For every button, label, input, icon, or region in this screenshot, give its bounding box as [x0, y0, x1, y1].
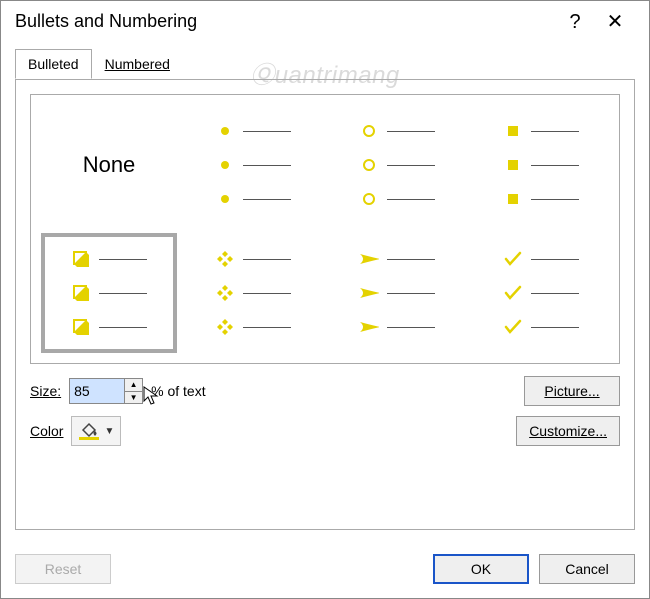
tab-panel-bulleted: None: [15, 79, 635, 530]
bullet-style-diamond4[interactable]: [185, 233, 321, 353]
reset-button: Reset: [15, 554, 111, 584]
chevron-down-icon: ▼: [104, 426, 114, 437]
size-label: Size:: [30, 383, 61, 399]
tab-numbered[interactable]: Numbered: [92, 49, 183, 79]
square-icon: [503, 189, 523, 209]
arrowhead-icon: [359, 283, 379, 303]
diamond4-icon: [215, 317, 235, 337]
bullets-numbering-dialog: Bullets and Numbering ? ✕ Ⓠuantrimang Bu…: [0, 0, 650, 599]
diamond4-icon: [215, 283, 235, 303]
disc-icon: [215, 155, 235, 175]
arrowhead-icon: [359, 317, 379, 337]
bullet-style-grid: None: [41, 105, 609, 353]
titlebar: Bullets and Numbering ? ✕: [1, 1, 649, 48]
diamond4-icon: [215, 249, 235, 269]
dialog-content: Bulleted Numbered None: [1, 48, 649, 544]
square-icon: [503, 155, 523, 175]
dialog-buttonbar: Reset OK Cancel: [1, 544, 649, 598]
size-spin-up[interactable]: ▲: [125, 379, 142, 392]
ring-icon: [359, 189, 379, 209]
bullet-style-box3d[interactable]: [41, 233, 177, 353]
bullet-style-arrowhead[interactable]: [329, 233, 465, 353]
box3d-icon: [71, 283, 91, 303]
check-icon: [503, 283, 523, 303]
tab-strip: Bulleted Numbered: [15, 49, 635, 80]
ring-icon: [359, 155, 379, 175]
bullet-style-disc[interactable]: [185, 105, 321, 225]
ring-icon: [359, 121, 379, 141]
cancel-button[interactable]: Cancel: [539, 554, 635, 584]
size-spin-down[interactable]: ▼: [125, 392, 142, 404]
close-button[interactable]: ✕: [595, 12, 635, 32]
square-icon: [503, 121, 523, 141]
color-dropdown[interactable]: ▼: [71, 416, 121, 446]
disc-icon: [215, 189, 235, 209]
customize-button[interactable]: Customize...: [516, 416, 620, 446]
box3d-icon: [71, 317, 91, 337]
paint-bucket-icon: [78, 421, 100, 441]
picture-button[interactable]: Picture...: [524, 376, 620, 406]
tab-bulleted[interactable]: Bulleted: [15, 49, 92, 79]
box3d-icon: [71, 249, 91, 269]
check-icon: [503, 317, 523, 337]
bottom-controls: Size: ▲ ▼ % of text Picture... Color: [30, 376, 620, 446]
help-button[interactable]: ?: [555, 12, 595, 32]
arrowhead-icon: [359, 249, 379, 269]
disc-icon: [215, 121, 235, 141]
bullet-style-check[interactable]: [473, 233, 609, 353]
bullet-style-square[interactable]: [473, 105, 609, 225]
color-label: Color: [30, 423, 63, 439]
check-icon: [503, 249, 523, 269]
size-suffix: % of text: [151, 383, 205, 399]
dialog-title: Bullets and Numbering: [15, 11, 555, 32]
ok-button[interactable]: OK: [433, 554, 529, 584]
none-label: None: [83, 152, 136, 178]
bullet-style-ring[interactable]: [329, 105, 465, 225]
size-spinbox[interactable]: ▲ ▼: [69, 378, 143, 404]
size-input[interactable]: [70, 379, 124, 403]
bullet-style-gallery: None: [30, 94, 620, 364]
bullet-style-none[interactable]: None: [41, 105, 177, 225]
